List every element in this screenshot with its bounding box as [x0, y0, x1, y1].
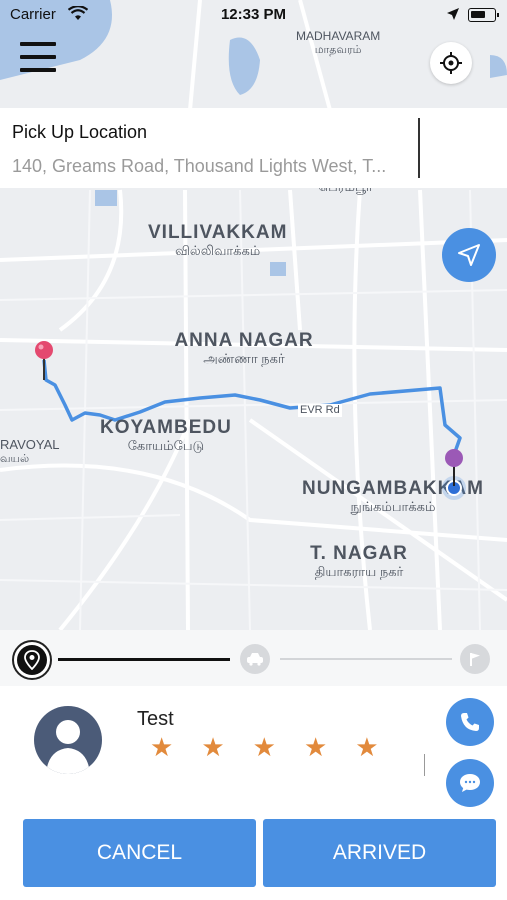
map-label-ta: அண்ணா நகர் — [203, 350, 285, 366]
rating-stars: ★ ★ ★ ★ ★ — [150, 734, 379, 760]
phone-icon — [461, 713, 479, 731]
pickup-location-card[interactable]: Pick Up Location 140, Greams Road, Thous… — [0, 108, 507, 282]
map-label-ta: தியாகராய நகர் — [314, 563, 404, 579]
map-pin-icon — [24, 650, 40, 670]
star-icon: ★ — [201, 732, 225, 762]
star-icon: ★ — [303, 732, 328, 762]
star-icon: ★ — [150, 732, 174, 762]
car-icon — [247, 653, 263, 666]
menu-button[interactable] — [20, 42, 56, 78]
status-time: 12:33 PM — [220, 6, 287, 23]
map-label-en: RAVOYAL — [0, 437, 60, 452]
chat-bubble-icon — [460, 774, 480, 792]
map-label-villivakkam: VILLIVAKKAM வில்லிவாக்கம் — [148, 222, 287, 259]
pickup-title: Pick Up Location — [12, 122, 148, 142]
flag-icon — [470, 653, 480, 666]
map-label-ta: வில்லிவாக்கம் — [175, 242, 261, 258]
progress-stop-destination — [460, 644, 490, 674]
chat-button[interactable] — [446, 759, 494, 807]
progress-line-remaining — [280, 658, 452, 660]
map-label-ta: நுங்கம்பாக்கம் — [350, 498, 436, 514]
pickup-address[interactable]: 140, Greams Road, Thousand Lights West, … — [12, 156, 402, 177]
driver-name: Test — [137, 708, 174, 730]
progress-stop-car — [240, 644, 270, 674]
map-label-ta: கோயம்பேடு — [127, 437, 205, 453]
pickup-pin-icon[interactable] — [33, 340, 55, 382]
map-label-koyambedu: KOYAMBEDU கோயம்பேடு — [100, 417, 232, 454]
road-label: EVR Rd — [298, 404, 342, 417]
cancel-button[interactable]: CANCEL — [23, 819, 256, 887]
map-roads — [0, 0, 507, 630]
progress-line-complete — [58, 658, 230, 661]
hamburger-icon — [20, 68, 56, 72]
status-bar: Carrier 12:33 PM — [0, 0, 507, 30]
driver-panel: Test ★ ★ ★ ★ ★ CANCEL ARRIVED — [0, 686, 507, 900]
map-label-ta: மாதவரம் — [314, 43, 362, 56]
hamburger-icon — [20, 55, 56, 59]
map-view[interactable]: VILLIVAKKAM வில்லிவாக்கம் ANNA NAGAR அண்… — [0, 0, 507, 630]
divider — [424, 754, 425, 776]
call-button[interactable] — [446, 698, 494, 746]
hamburger-icon — [20, 42, 56, 46]
location-arrow-icon — [447, 8, 459, 20]
progress-start-marker — [12, 640, 52, 680]
map-label-partial-left: RAVOYAL வயல் — [0, 437, 60, 466]
map-label-en: VILLIVAKKAM — [148, 222, 288, 243]
map-label-en: KOYAMBEDU — [100, 417, 232, 438]
battery-icon — [468, 8, 499, 22]
my-location-button[interactable] — [430, 42, 472, 84]
map-label-en: T. NAGAR — [310, 543, 408, 564]
navigation-arrow-icon — [458, 244, 480, 266]
map-label-ta: வயல் — [0, 452, 30, 465]
divider — [418, 118, 420, 178]
map-label-en: ANNA NAGAR — [174, 330, 314, 351]
map-label-anna-nagar: ANNA NAGAR அண்ணா நகர் — [170, 330, 318, 367]
avatar — [34, 706, 102, 774]
dropoff-pin-icon[interactable] — [436, 448, 472, 500]
map-label-en: MADHAVARAM — [296, 29, 381, 43]
crosshair-icon — [440, 52, 462, 74]
trip-progress — [0, 630, 507, 686]
map-label-madhavaram: MADHAVARAM மாதவரம் — [296, 29, 381, 56]
user-avatar-icon — [46, 720, 90, 774]
star-icon: ★ — [252, 732, 276, 762]
map-label-t-nagar: T. NAGAR தியாகராய நகர் — [308, 543, 410, 580]
star-icon: ★ — [355, 732, 379, 762]
navigate-button[interactable] — [442, 228, 496, 282]
arrived-button[interactable]: ARRIVED — [263, 819, 496, 887]
